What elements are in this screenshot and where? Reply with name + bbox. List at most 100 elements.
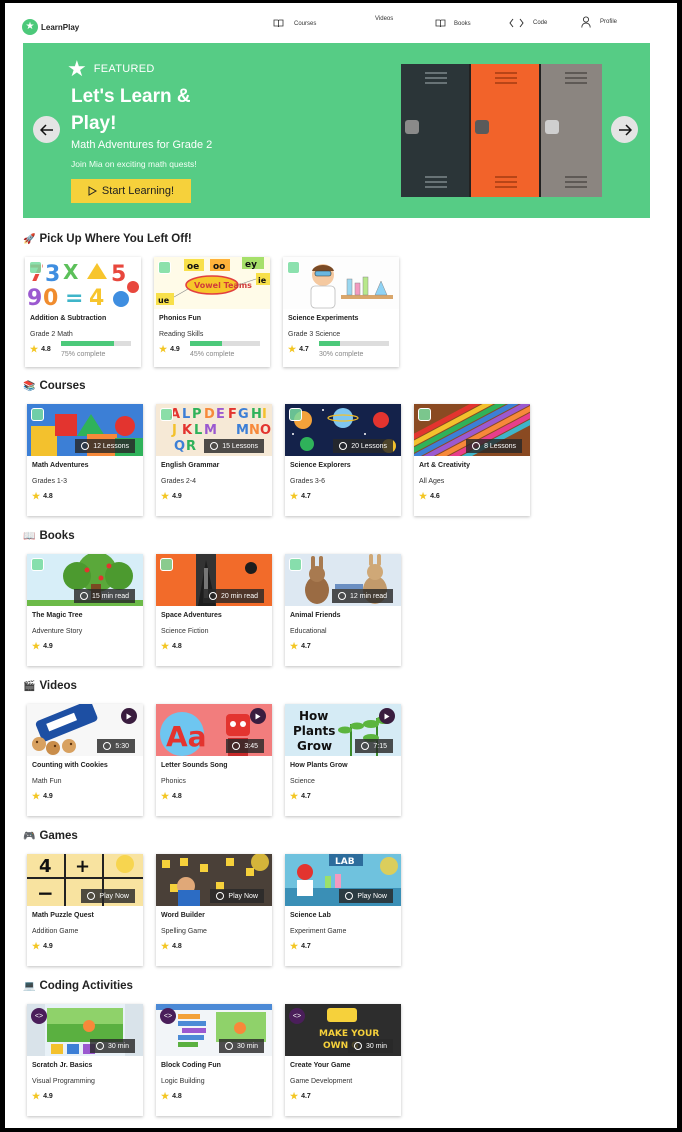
nav-code[interactable]: Code xyxy=(509,18,547,28)
logo[interactable]: ★ LearnPlay xyxy=(22,19,79,35)
rating-value: 4.9 xyxy=(43,793,53,800)
start-learning-button[interactable]: Start Learning! xyxy=(71,179,191,203)
continue-card-addition[interactable]: 7 3 X 5 9 0 = 4 Addition & Subtraction G… xyxy=(25,257,141,367)
play-button[interactable] xyxy=(250,708,266,724)
coding-card-block[interactable]: <> 30 min Block Coding Fun Logic Buildin… xyxy=(156,1004,272,1116)
read-time-pill: 15 min read xyxy=(74,589,135,603)
book-card-magic-tree[interactable]: 15 min read The Magic Tree Adventure Sto… xyxy=(27,554,143,666)
game-card-math-puzzle[interactable]: 4 + − Play Now Math Puzzle Quest Additio… xyxy=(27,854,143,966)
card-rating: ★ 4.8 xyxy=(32,491,53,502)
svg-text:ue: ue xyxy=(158,296,170,305)
star-icon: ★ xyxy=(32,941,41,951)
svg-text:P: P xyxy=(192,407,202,422)
play-outline-icon xyxy=(88,186,97,196)
carousel-prev-button[interactable] xyxy=(33,116,60,143)
bookmark-icon xyxy=(29,261,42,274)
star-icon: ★ xyxy=(290,791,299,801)
card-thumbnail: <> 30 min xyxy=(27,1004,143,1056)
rating-value: 4.9 xyxy=(43,1093,53,1100)
play-button[interactable] xyxy=(379,708,395,724)
coding-card-game[interactable]: MAKE YOUR OWN G <> 30 min Create Your Ga… xyxy=(285,1004,401,1116)
pill-text: 7:15 xyxy=(373,742,387,750)
card-rating: ★ 4.6 xyxy=(419,491,440,502)
arrow-right-icon xyxy=(618,123,632,136)
card-subtitle: Grades 1-3 xyxy=(32,478,68,485)
course-card-math[interactable]: 12 Lessons Math Adventures Grades 1-3 ★ 4… xyxy=(27,404,143,516)
card-rating: ★ 4.9 xyxy=(32,1091,53,1102)
locker-grey xyxy=(541,64,602,197)
video-card-cookies[interactable]: 5:30 Counting with Cookies Math Fun ★ 4.9 xyxy=(27,704,143,816)
books-icon: 📚 xyxy=(23,380,36,392)
svg-text:oo: oo xyxy=(213,262,225,272)
play-now-pill[interactable]: Play Now xyxy=(339,889,393,903)
carousel-next-button[interactable] xyxy=(611,116,638,143)
clock-icon xyxy=(345,892,354,900)
svg-text:ie: ie xyxy=(258,276,267,285)
play-icon xyxy=(126,713,132,719)
course-card-english[interactable]: A L P D E F G H I J K L M M N O Q R 15 L… xyxy=(156,404,272,516)
clock-icon xyxy=(338,592,347,600)
section-title-continue-text: Pick Up Where You Left Off! xyxy=(39,233,192,245)
book-card-space[interactable]: 20 min read Space Adventures Science Fic… xyxy=(156,554,272,666)
pill-text: 20 min read xyxy=(221,592,258,600)
game-card-science-lab[interactable]: LAB Play Now Science Lab Experiment Game… xyxy=(285,854,401,966)
svg-text:Grow: Grow xyxy=(297,739,332,753)
pill-text: 15 min read xyxy=(92,592,129,600)
book-icon xyxy=(273,19,284,28)
star-icon: ★ xyxy=(161,791,170,801)
user-icon xyxy=(581,16,591,28)
svg-text:9: 9 xyxy=(27,286,42,309)
play-button[interactable] xyxy=(121,708,137,724)
clock-icon xyxy=(80,592,89,600)
course-card-art[interactable]: 8 Lessons Art & Creativity All Ages ★ 4.6 xyxy=(414,404,530,516)
card-subtitle: All Ages xyxy=(419,478,445,485)
bookmark-icon xyxy=(31,408,44,421)
card-subtitle: Math Fun xyxy=(32,778,62,785)
star-icon: ★ xyxy=(32,791,41,801)
nav-books[interactable]: Books xyxy=(435,19,471,28)
nav-courses[interactable]: Courses xyxy=(273,19,316,28)
card-thumbnail: A L P D E F G H I J K L M M N O Q R 15 L… xyxy=(156,404,272,456)
hero-subtitle: Math Adventures for Grade 2 xyxy=(71,139,213,151)
book-card-animal-friends[interactable]: 12 min read Animal Friends Educational ★… xyxy=(285,554,401,666)
pill-text: 5:30 xyxy=(115,742,129,750)
rating-value: 4.8 xyxy=(41,346,51,353)
card-title: Science Explorers xyxy=(290,462,351,469)
pill-text: 15 Lessons xyxy=(222,442,258,450)
nav-videos[interactable]: Videos xyxy=(375,16,393,22)
continue-card-phonics[interactable]: oe oo ey Vowel Teams ie ue Phonics Fun R… xyxy=(154,257,270,367)
svg-text:F: F xyxy=(228,407,237,422)
bookmark-icon xyxy=(287,261,300,274)
play-now-pill[interactable]: Play Now xyxy=(81,889,135,903)
video-card-plants[interactable]: How Plants Grow 7:15 How Plants Grow Sci… xyxy=(285,704,401,816)
card-rating: ★ 4.9 xyxy=(161,491,182,502)
clock-icon xyxy=(361,742,370,750)
nav-profile[interactable]: Profile xyxy=(581,16,617,28)
pill-text: 30 min xyxy=(365,1042,387,1050)
card-rating: ★ 4.9 xyxy=(32,641,53,652)
code-icon xyxy=(509,18,524,28)
video-card-letter-sounds[interactable]: Aa 3:45 Letter Sounds Song Phonics ★ 4.8 xyxy=(156,704,272,816)
pill-text: 20 Lessons xyxy=(351,442,387,450)
svg-text:Vowel Teams: Vowel Teams xyxy=(194,281,252,290)
card-subtitle: Visual Programming xyxy=(32,1078,95,1085)
section-title-courses-text: Courses xyxy=(39,380,86,392)
card-thumbnail: 12 min read xyxy=(285,554,401,606)
card-thumbnail: How Plants Grow 7:15 xyxy=(285,704,401,756)
coding-card-scratch[interactable]: <> 30 min Scratch Jr. Basics Visual Prog… xyxy=(27,1004,143,1116)
bookmark-icon xyxy=(289,558,302,571)
play-now-pill[interactable]: Play Now xyxy=(210,889,264,903)
card-title: Art & Creativity xyxy=(419,462,470,469)
duration-pill: 30 min xyxy=(89,1039,135,1053)
rating-value: 4.7 xyxy=(301,793,311,800)
star-icon: ★ xyxy=(419,491,428,501)
course-card-science[interactable]: 20 Lessons Science Explorers Grades 3-6 … xyxy=(285,404,401,516)
code-icon: <> xyxy=(31,1008,47,1024)
card-thumbnail: 4 + − Play Now xyxy=(27,854,143,906)
continue-card-science[interactable]: Science Experiments Grade 3 Science ★ 4.7… xyxy=(283,257,399,367)
card-thumbnail: <> 30 min xyxy=(156,1004,272,1056)
card-title: Block Coding Fun xyxy=(161,1062,221,1069)
game-card-word-builder[interactable]: Play Now Word Builder Spelling Game ★ 4.8 xyxy=(156,854,272,966)
app-name: LearnPlay xyxy=(41,22,80,32)
card-thumbnail xyxy=(283,257,399,309)
